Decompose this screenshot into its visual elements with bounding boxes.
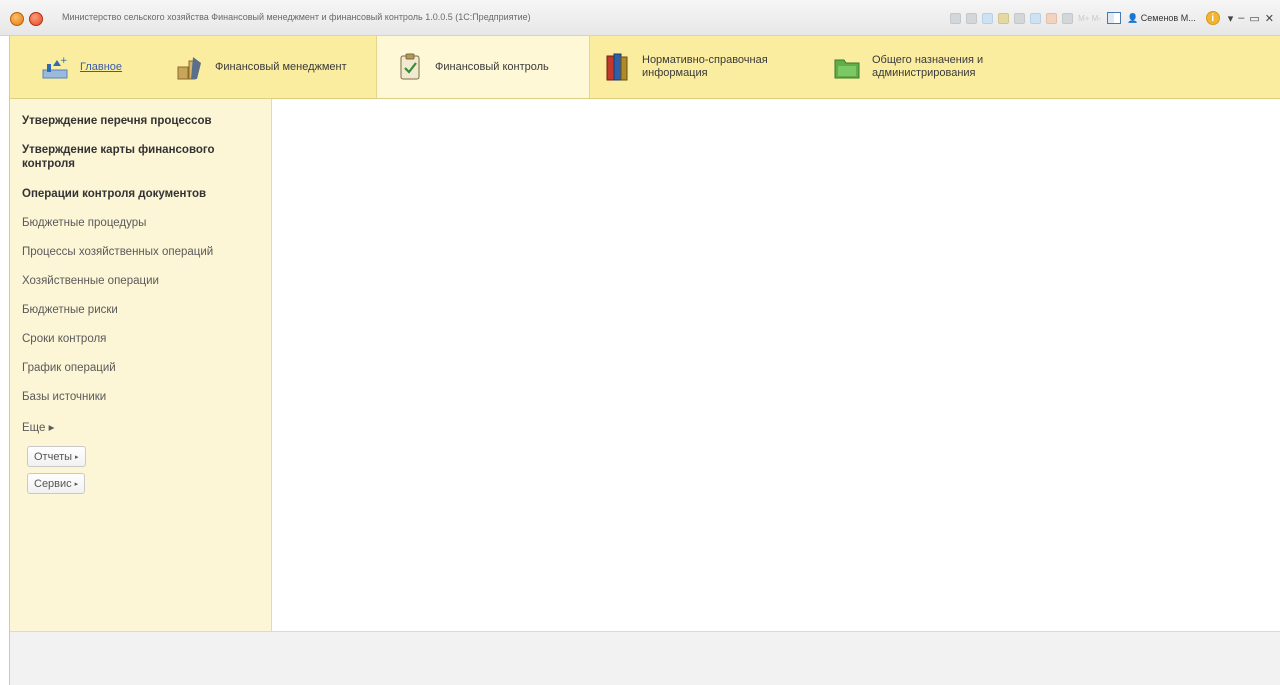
nav-business-operations[interactable]: Хозяйственные операции bbox=[22, 275, 159, 287]
current-user[interactable]: 👤 Семенов М... bbox=[1127, 13, 1196, 24]
print-icon[interactable] bbox=[982, 12, 994, 24]
main-menu-icon[interactable] bbox=[29, 12, 43, 26]
clipboard-check-icon bbox=[395, 52, 425, 82]
user-icon: 👤 bbox=[1127, 12, 1139, 23]
close-button[interactable]: ✕ bbox=[1265, 12, 1274, 25]
window-title: Министерство сельского хозяйства Финансо… bbox=[62, 12, 531, 22]
history-icon[interactable] bbox=[1030, 12, 1042, 24]
title-bar-left bbox=[10, 11, 48, 27]
nav-more[interactable]: Еще ▸ bbox=[22, 420, 54, 434]
calculator-icon[interactable] bbox=[1046, 12, 1058, 24]
nav-approve-control-map[interactable]: Утверждение карты финансового контроля bbox=[22, 143, 258, 171]
info-dropdown-icon[interactable]: ▾ bbox=[1228, 12, 1234, 25]
nav-document-control-operations[interactable]: Операции контроля документов bbox=[22, 188, 206, 200]
nav-budget-procedures[interactable]: Бюджетные процедуры bbox=[22, 217, 146, 229]
nav-control-deadlines[interactable]: Сроки контроля bbox=[22, 333, 106, 345]
sections-panel: + Главное Финансовый менеджмент Финансов… bbox=[10, 36, 1280, 99]
section-reference-info[interactable]: Нормативно-справочная информация bbox=[602, 36, 807, 98]
left-edge bbox=[0, 36, 10, 685]
section-label-main: Главное bbox=[80, 60, 123, 73]
calendar-icon[interactable] bbox=[1062, 12, 1074, 24]
finance-management-icon bbox=[175, 52, 205, 82]
section-label-finance-management: Финансовый менеджмент bbox=[215, 60, 347, 73]
home-icon: + bbox=[40, 52, 70, 82]
nav-budget-risks[interactable]: Бюджетные риски bbox=[22, 304, 118, 316]
service-arrow-icon: ▸ bbox=[74, 480, 79, 488]
svg-text:+: + bbox=[60, 56, 68, 66]
user-name: Семенов М... bbox=[1140, 12, 1196, 23]
nav-source-bases[interactable]: Базы источники bbox=[22, 391, 106, 403]
reports-label: Отчеты bbox=[34, 450, 73, 463]
bookmark-icon[interactable] bbox=[1014, 12, 1026, 24]
section-label-finance-control: Финансовый контроль bbox=[435, 60, 549, 73]
section-main[interactable]: + Главное bbox=[40, 36, 122, 98]
service-button[interactable]: Сервис ▸ bbox=[27, 473, 86, 494]
info-icon[interactable]: i bbox=[1205, 11, 1220, 25]
main-content-area bbox=[272, 99, 1280, 631]
reports-button[interactable]: Отчеты ▸ bbox=[27, 446, 86, 467]
bottom-panel bbox=[10, 631, 1280, 685]
section-general-admin[interactable]: Общего назначения и администрирования bbox=[832, 36, 1012, 98]
minimize-button[interactable]: – bbox=[1238, 12, 1244, 24]
app-logo-icon[interactable] bbox=[10, 12, 24, 26]
section-label-reference-info: Нормативно-справочная информация bbox=[642, 54, 768, 79]
restore-button[interactable]: ▭ bbox=[1249, 12, 1259, 25]
books-icon bbox=[602, 52, 632, 82]
service-label: Сервис bbox=[34, 477, 72, 490]
save-icon[interactable] bbox=[966, 12, 978, 24]
panel-settings-icon[interactable] bbox=[1107, 12, 1122, 24]
section-label-general-admin: Общего назначения и администрирования bbox=[872, 54, 984, 79]
nav-approve-process-list[interactable]: Утверждение перечня процессов bbox=[22, 115, 212, 127]
section-finance-control[interactable]: Финансовый контроль bbox=[376, 36, 590, 98]
navigation-sidebar: Утверждение перечня процессов Утверждени… bbox=[10, 99, 272, 631]
link-icon[interactable] bbox=[998, 12, 1010, 24]
memory-buttons[interactable]: M+ M- bbox=[1078, 14, 1101, 23]
title-bar-tools: M+ M- 👤 Семенов М... i ▾ – ▭ ✕ bbox=[950, 9, 1274, 27]
folder-icon bbox=[832, 52, 862, 82]
section-finance-management[interactable]: Финансовый менеджмент bbox=[175, 36, 347, 98]
nav-operations-schedule[interactable]: График операций bbox=[22, 362, 116, 374]
nav-business-processes[interactable]: Процессы хозяйственных операций bbox=[22, 246, 213, 258]
document-icon[interactable] bbox=[950, 12, 962, 24]
title-bar: Министерство сельского хозяйства Финансо… bbox=[0, 0, 1280, 36]
reports-arrow-icon: ▸ bbox=[75, 453, 79, 461]
